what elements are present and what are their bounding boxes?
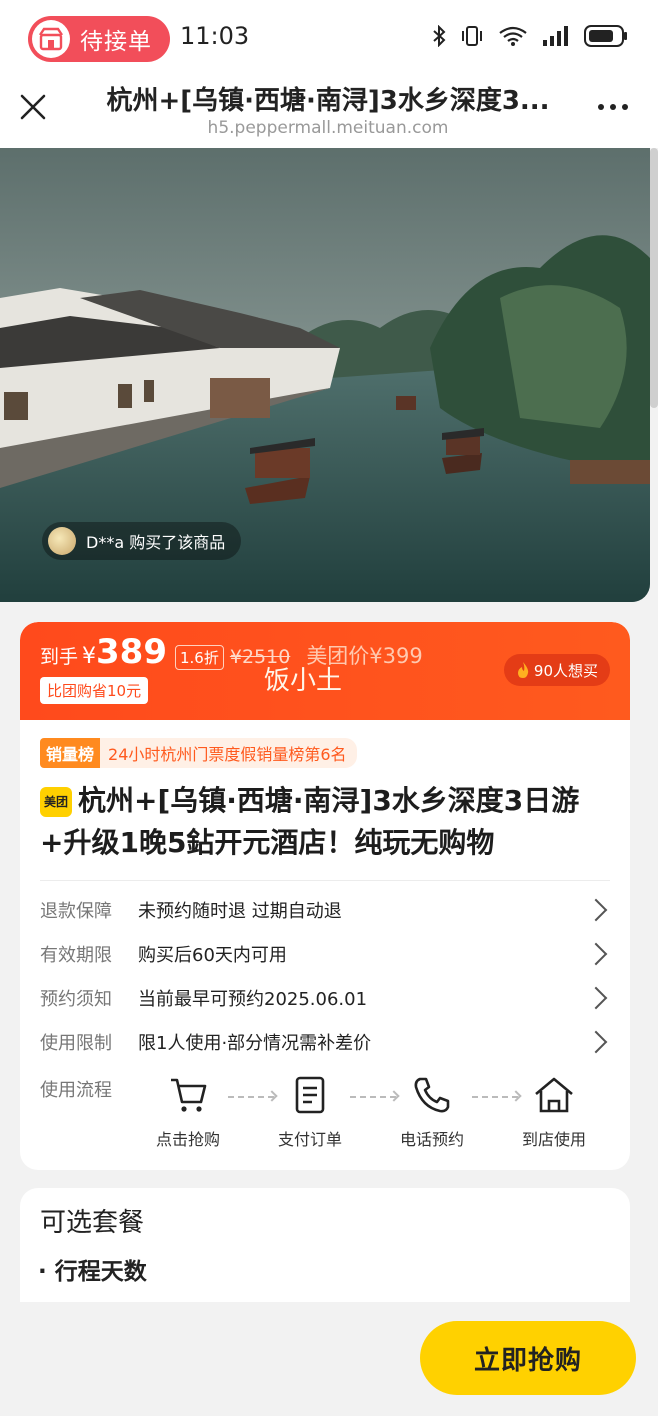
final-price: 389 <box>96 632 167 672</box>
product-title: 美团 杭州+[乌镇·西塘·南浔]3水乡深度3日游+升级1晚5鉆开元酒店！纯玩无购物 <box>40 780 612 864</box>
final-price-label: 到手 <box>40 646 79 668</box>
clock: 11:03 <box>180 22 250 50</box>
options-title: 可选套餐 <box>40 1208 145 1238</box>
flow-step-label: 点击抢购 <box>155 1130 220 1149</box>
home-icon <box>535 1077 573 1113</box>
info-row-validity[interactable]: 有效期限 购买后60天内可用 <box>40 934 610 974</box>
info-value: 当前最早可预约2025.06.01 <box>138 989 368 1010</box>
flow-step-label: 电话预约 <box>399 1130 464 1149</box>
signal-icon <box>543 26 568 46</box>
price-row: 到手 ¥ 389 1.6折 ¥2510 美团价¥399 <box>40 632 423 672</box>
battery-icon <box>584 25 627 47</box>
info-row-restriction[interactable]: 使用限制 限1人使用·部分情况需补差价 <box>40 1022 610 1062</box>
document-icon <box>295 1076 325 1114</box>
price-band: 到手 ¥ 389 1.6折 ¥2510 美团价¥399 比团购省10元 饭小土 … <box>20 622 630 720</box>
watermark: 饭小土 <box>264 666 343 696</box>
flow-label: 使用流程 <box>40 1080 112 1101</box>
avatar <box>48 527 76 555</box>
cart-icon <box>171 1078 207 1112</box>
info-label: 退款保障 <box>40 901 112 922</box>
chevron-right-icon <box>584 898 608 922</box>
flow-step-use: 到店使用 <box>504 1074 604 1150</box>
info-label: 预约须知 <box>40 989 112 1010</box>
buyer-notice-text: D**a 购买了该商品 <box>86 533 226 552</box>
chevron-right-icon <box>584 942 608 966</box>
scrollbar[interactable] <box>650 148 658 408</box>
chevron-right-icon <box>584 1030 608 1054</box>
info-value: 限1人使用·部分情况需补差价 <box>138 1033 372 1054</box>
close-button[interactable] <box>18 92 48 122</box>
status-bar: 待接单 11:03 <box>0 0 658 78</box>
savings-tag: 比团购省10元 <box>40 677 149 704</box>
flow-step-label: 支付订单 <box>277 1130 342 1149</box>
meituan-logo-icon: 美团 <box>40 787 72 817</box>
rank-tag: 销量榜 <box>40 738 101 768</box>
flow-step-pay: 支付订单 <box>260 1074 360 1150</box>
flow-step-buy: 点击抢购 <box>138 1074 238 1150</box>
pill-label: 待接单 <box>80 29 152 55</box>
flame-icon <box>517 662 529 678</box>
more-button[interactable] <box>598 104 628 110</box>
wifi-icon <box>499 26 527 46</box>
rank-text: 24小时杭州门票度假销量榜第6名 <box>100 738 357 768</box>
phone-icon <box>414 1077 450 1113</box>
chevron-right-icon <box>584 986 608 1010</box>
flow-step-call: 电话预约 <box>382 1074 482 1150</box>
page-title: 杭州+[乌镇·西塘·南浔]3水乡深度3... <box>106 86 550 116</box>
close-icon <box>20 94 46 120</box>
product-card: 到手 ¥ 389 1.6折 ¥2510 美团价¥399 比团购省10元 饭小土 … <box>20 622 630 1170</box>
info-value: 未预约随时退 过期自动退 <box>138 901 342 922</box>
sales-rank[interactable]: 销量榜 24小时杭州门票度假销量榜第6名 <box>40 738 357 768</box>
status-icons <box>432 24 628 48</box>
discount-badge: 1.6折 <box>175 645 224 670</box>
package-options-card: 可选套餐 · 行程天数 <box>20 1188 630 1302</box>
page-url: h5.peppermall.meituan.com <box>207 118 449 138</box>
flow-step-label: 到店使用 <box>521 1130 586 1149</box>
info-label: 有效期限 <box>40 945 112 966</box>
vibrate-icon <box>462 26 482 46</box>
info-row-booking[interactable]: 预约须知 当前最早可预约2025.06.01 <box>40 978 610 1018</box>
want-count: 90人想买 <box>533 661 598 680</box>
divider <box>40 880 610 881</box>
want-count-badge: 90人想买 <box>503 654 610 686</box>
info-row-refund[interactable]: 退款保障 未预约随时退 过期自动退 <box>40 890 610 930</box>
buy-now-button[interactable]: 立即抢购 <box>420 1321 636 1395</box>
store-icon <box>32 20 70 58</box>
pending-orders-pill[interactable]: 待接单 <box>28 16 170 62</box>
product-title-text: 杭州+[乌镇·西塘·南浔]3水乡深度3日游+升级1晚5鉆开元酒店！纯玩无购物 <box>40 784 580 859</box>
recent-buyer-notice: D**a 购买了该商品 <box>42 522 242 560</box>
trip-days-heading: · 行程天数 <box>38 1259 147 1285</box>
webview-header: 杭州+[乌镇·西塘·南浔]3水乡深度3... h5.peppermall.mei… <box>0 78 658 148</box>
currency-symbol: ¥ <box>82 644 97 669</box>
info-label: 使用限制 <box>40 1033 112 1054</box>
info-value: 购买后60天内可用 <box>138 945 287 966</box>
bluetooth-icon <box>433 25 446 47</box>
